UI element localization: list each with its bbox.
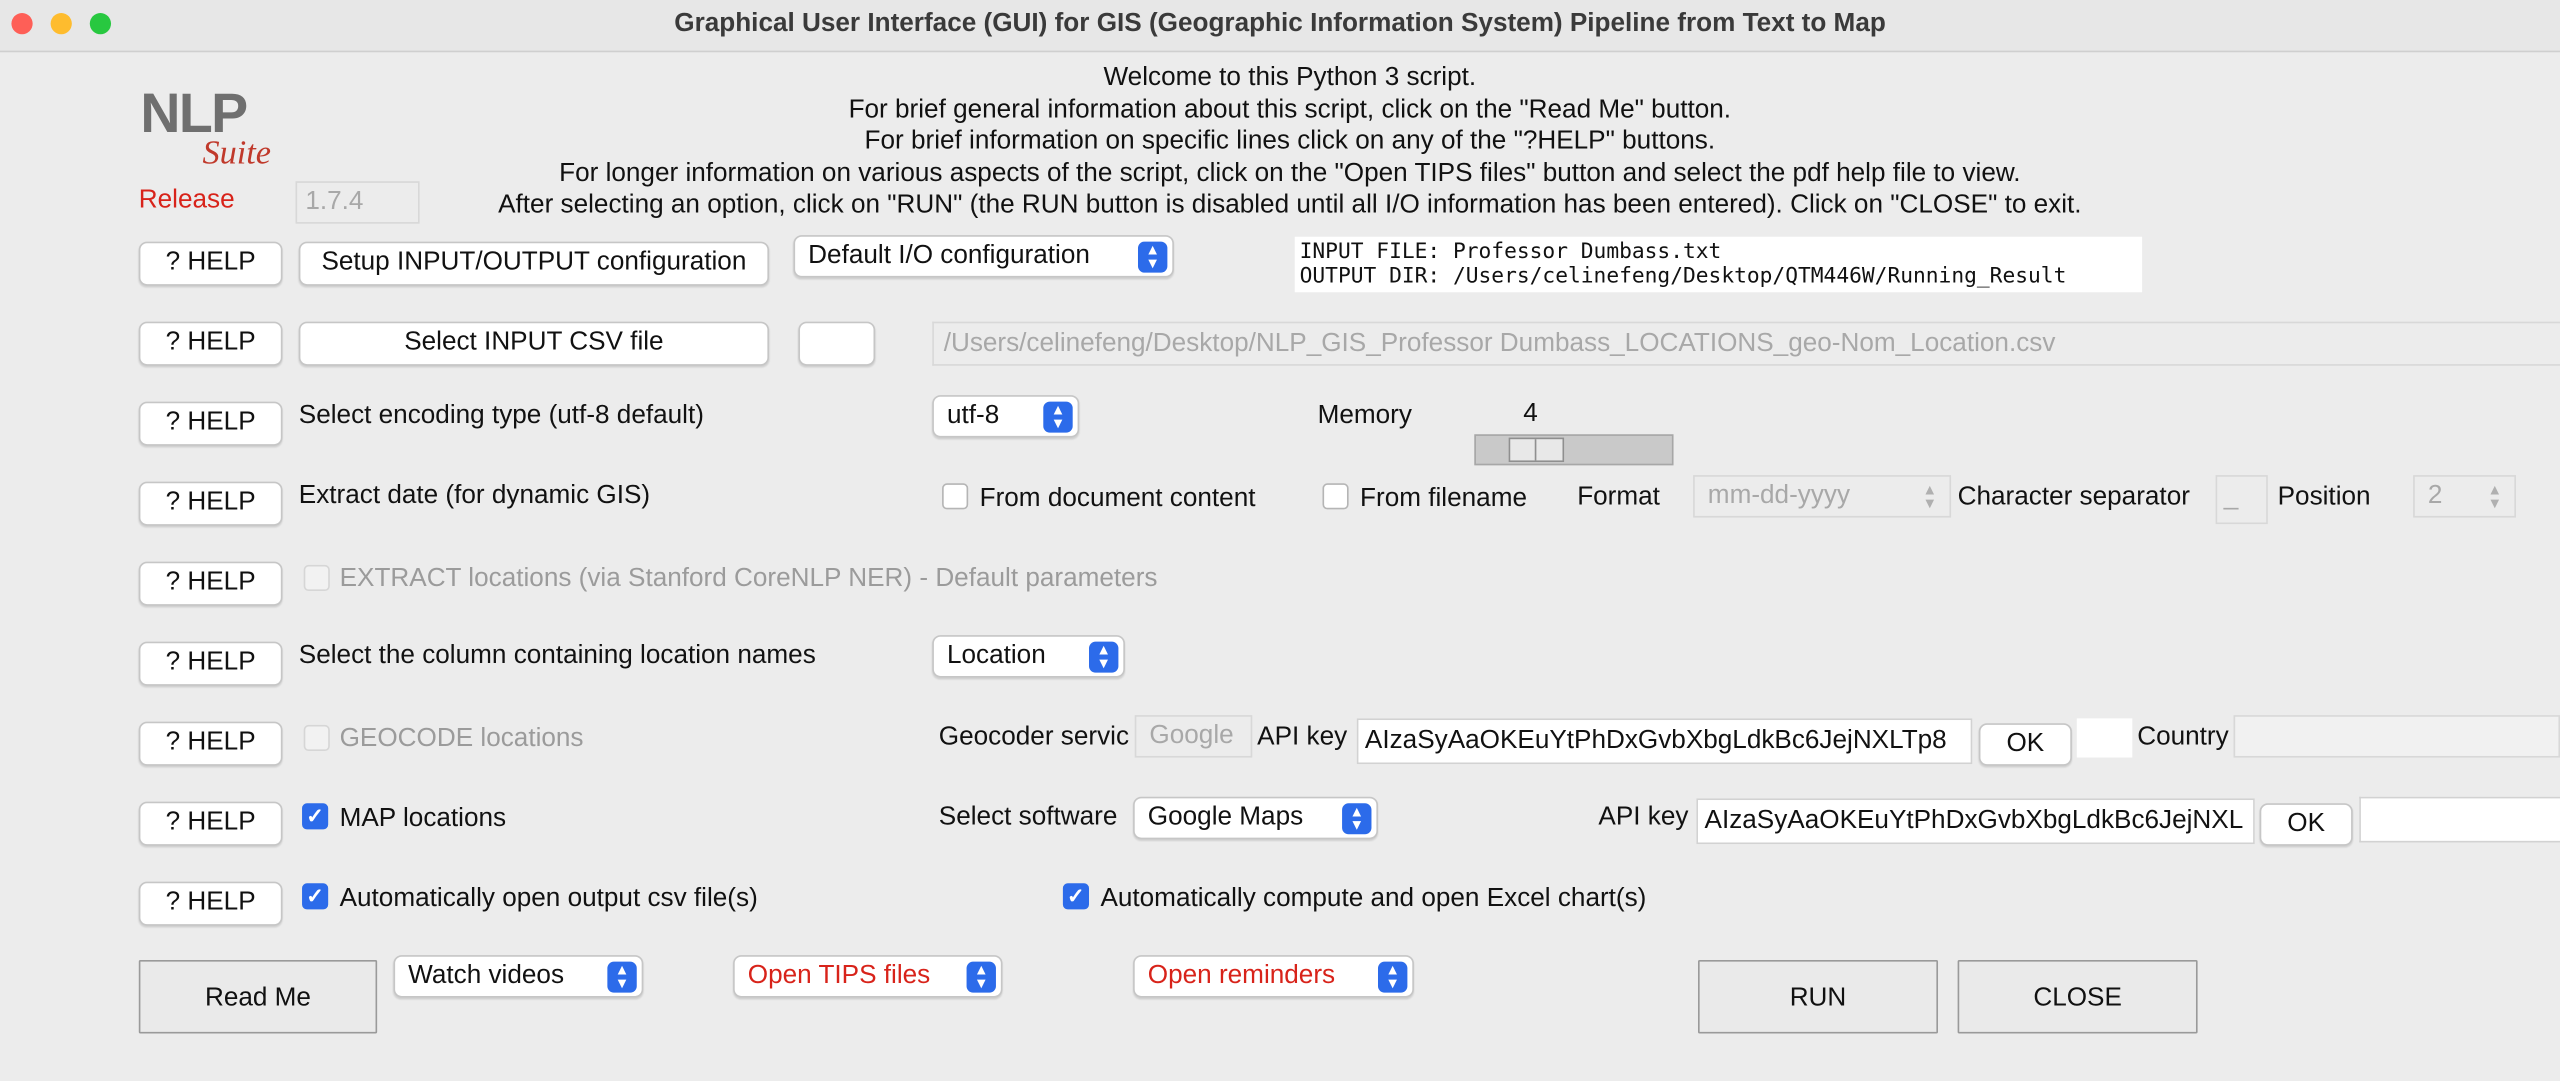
help-button[interactable]: ? HELP [138,561,283,606]
encoding-value: utf-8 [946,401,1000,430]
location-column-label: Select the column containing location na… [298,641,816,670]
welcome-line: After selecting an option, click on "RUN… [498,191,2082,220]
chevron-updown-icon: ▲ ▼ [966,961,996,993]
chevron-updown-icon: ▲ ▼ [1089,641,1119,673]
release-label: Release [138,186,235,214]
encoding-select[interactable]: utf-8 ▲ ▼ [932,395,1080,438]
select-software-label: Select software [938,803,1118,832]
position-spinbox[interactable]: 2 ▲ ▼ [2413,475,2516,518]
map-ok-button[interactable]: OK [2259,803,2353,846]
from-filename-label: From filename [1360,484,1527,513]
input-csv-path[interactable]: /Users/celinefeng/Desktop/NLP_GIS_Profes… [932,321,2560,366]
format-select[interactable]: mm-dd-yyyy ▲ ▼ [1693,475,1952,518]
output-dir-text: OUTPUT DIR: /Users/celinefeng/Desktop/QT… [1299,264,2067,289]
separator-label: Character separator [1957,483,2190,512]
map-locations-checkbox[interactable]: ✓ [302,803,329,830]
help-button[interactable]: ? HELP [138,481,283,526]
geocode-extra-input[interactable] [2076,718,2133,758]
close-button[interactable]: CLOSE [1957,960,2198,1034]
excel-chart-checkbox[interactable]: ✓ [1062,883,1090,910]
excel-chart-label: Automatically compute and open Excel cha… [1100,884,1647,913]
welcome-line: Welcome to this Python 3 script. [1103,63,1477,92]
map-extra-input[interactable] [2359,796,2560,843]
map-api-label: API key [1598,803,1689,832]
welcome-text: Welcome to this Python 3 script. For bri… [392,62,2188,222]
watch-videos-value: Watch videos [408,961,565,990]
geocoder-service-label: Geocoder servic [938,723,1130,752]
format-value: mm-dd-yyyy [1707,481,1851,510]
geocode-api-label: API key [1257,723,1348,752]
logo-suite: Suite [202,132,272,172]
country-label: Country [2137,723,2229,752]
welcome-line: For brief general information about this… [848,95,1732,124]
chevron-updown-icon: ▲ ▼ [1043,401,1073,433]
format-label: Format [1577,483,1660,512]
geocode-api-input[interactable]: AIzaSyAaOKEuYtPhDxGvbXbgLdkBc6JejNXLTp8 [1356,718,1973,765]
chevron-updown-icon: ▲ ▼ [1922,481,1938,512]
chevron-updown-icon: ▲ ▼ [1137,241,1168,273]
encoding-label: Select encoding type (utf-8 default) [298,401,704,430]
open-csv-checkbox[interactable]: ✓ [302,883,329,910]
map-software-value: Google Maps [1147,803,1304,832]
help-button[interactable]: ? HELP [138,801,283,846]
position-value: 2 [2427,481,2443,510]
help-button[interactable]: ? HELP [138,401,283,446]
watch-videos-select[interactable]: Watch videos ▲ ▼ [393,955,644,998]
from-filename-checkbox[interactable] [1322,483,1349,510]
memory-slider[interactable] [1474,434,1674,466]
map-api-input[interactable]: AIzaSyAaOKEuYtPhDxGvbXbgLdkBc6JejNXL [1696,798,2255,845]
slider-handle[interactable] [1508,437,1565,463]
help-button[interactable]: ? HELP [138,881,283,926]
position-label: Position [2277,483,2371,512]
io-config-value: Default I/O configuration [808,241,1090,270]
chevron-updown-icon: ▲ ▼ [607,961,637,993]
chevron-updown-icon: ▲ ▼ [1342,803,1372,835]
extract-locations-label: EXTRACT locations (via Stanford CoreNLP … [339,564,1158,593]
slider-grip [1534,439,1537,461]
io-info-box: INPUT FILE: Professor Dumbass.txt OUTPUT… [1294,236,2143,293]
read-me-button[interactable]: Read Me [138,960,378,1034]
extract-locations-checkbox[interactable] [303,564,330,592]
geocode-ok-button[interactable]: OK [1978,723,2072,766]
run-button[interactable]: RUN [1698,960,1939,1034]
country-input[interactable] [2233,715,2560,758]
map-locations-label: MAP locations [339,804,507,833]
help-button[interactable]: ? HELP [138,641,283,686]
location-column-select[interactable]: Location ▲ ▼ [932,635,1125,678]
separator-input[interactable]: _ [2215,475,2268,525]
tips-files-value: Open TIPS files [747,961,931,990]
help-button[interactable]: ? HELP [138,241,283,286]
help-button[interactable]: ? HELP [138,721,283,766]
chevron-updown-icon: ▲ ▼ [1377,961,1408,993]
map-software-select[interactable]: Google Maps ▲ ▼ [1133,796,1378,840]
open-csv-label: Automatically open output csv file(s) [339,884,758,913]
geocode-checkbox[interactable] [303,724,330,752]
setup-io-button[interactable]: Setup INPUT/OUTPUT configuration [298,241,770,286]
input-file-text: INPUT FILE: Professor Dumbass.txt [1299,240,1722,265]
welcome-line: For brief information on specific lines … [864,127,1716,156]
extract-date-label: Extract date (for dynamic GIS) [298,481,651,510]
geocoder-service-select[interactable]: Google [1134,715,1253,758]
from-content-label: From document content [979,484,1256,513]
geocode-label: GEOCODE locations [339,724,584,753]
tips-files-select[interactable]: Open TIPS files ▲ ▼ [733,955,1003,998]
reminders-select[interactable]: Open reminders ▲ ▼ [1133,955,1414,998]
memory-label: Memory [1317,401,1412,430]
open-csv-button[interactable] [798,321,876,366]
from-content-checkbox[interactable] [942,483,969,510]
memory-value: 4 [1523,400,1538,428]
select-input-csv-button[interactable]: Select INPUT CSV file [298,321,770,366]
io-config-select[interactable]: Default I/O configuration ▲ ▼ [793,235,1174,278]
help-button[interactable]: ? HELP [138,321,283,366]
location-column-value: Location [946,641,1046,670]
reminders-value: Open reminders [1147,961,1336,990]
chevron-updown-icon: ▲ ▼ [2487,481,2503,512]
welcome-line: For longer information on various aspect… [559,159,2021,188]
window-title: Graphical User Interface (GUI) for GIS (… [674,9,1886,38]
